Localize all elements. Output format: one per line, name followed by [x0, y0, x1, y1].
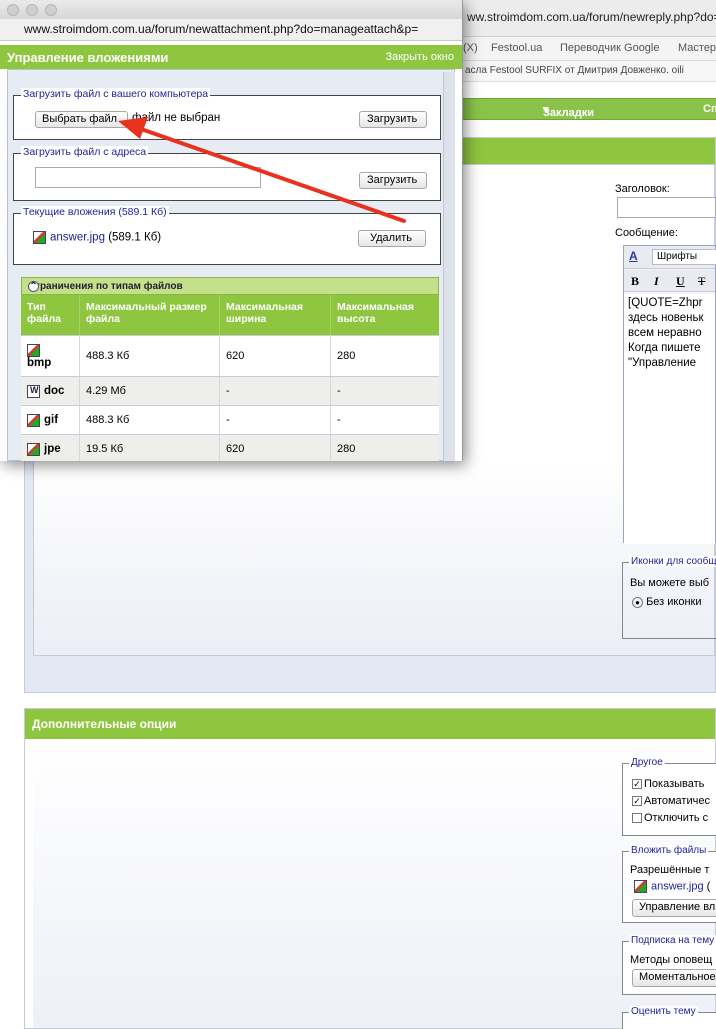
arrow-head-icon — [118, 117, 148, 139]
annotation-arrow — [118, 117, 406, 223]
arrow-shaft — [139, 127, 406, 223]
